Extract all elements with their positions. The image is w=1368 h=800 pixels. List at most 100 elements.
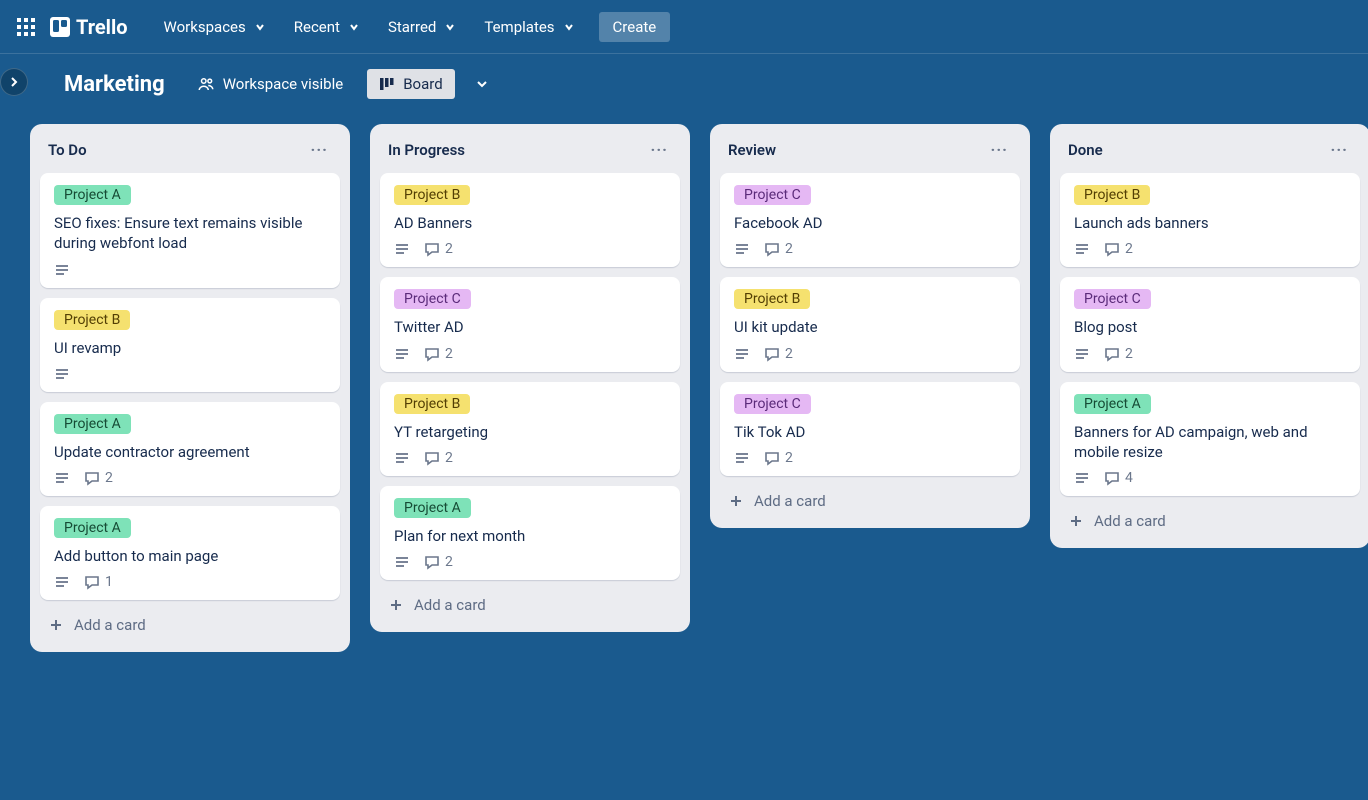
list-title[interactable]: Review: [728, 141, 776, 159]
card[interactable]: Project B AD Banners 2: [380, 173, 680, 267]
apps-switcher-icon[interactable]: [10, 11, 42, 43]
card-label[interactable]: Project B: [54, 310, 130, 330]
description-icon: [394, 554, 410, 570]
card-badges: 2: [394, 241, 666, 257]
description-badge: [734, 241, 750, 257]
add-card-button[interactable]: Add a card: [720, 486, 1020, 516]
comments-badge: 4: [1104, 470, 1133, 486]
card-title: Launch ads banners: [1074, 213, 1346, 233]
list-menu-button[interactable]: ···: [1327, 138, 1352, 161]
list-menu-button[interactable]: ···: [647, 138, 672, 161]
card[interactable]: Project B Launch ads banners 2: [1060, 173, 1360, 267]
card-label[interactable]: Project A: [54, 414, 131, 434]
card-label[interactable]: Project C: [734, 394, 811, 414]
view-switch-button[interactable]: Board: [367, 69, 454, 99]
nav-workspaces[interactable]: Workspaces: [152, 12, 278, 42]
description-badge: [1074, 470, 1090, 486]
card-badges: 2: [394, 554, 666, 570]
card-label[interactable]: Project A: [394, 498, 471, 518]
list: Done···Project BLaunch ads banners2Proje…: [1050, 124, 1368, 548]
comments-count: 2: [105, 470, 113, 486]
card[interactable]: Project A SEO fixes: Ensure text remains …: [40, 173, 340, 288]
card[interactable]: Project AUpdate contractor agreement2: [40, 402, 340, 496]
comment-icon: [424, 346, 440, 362]
card-badges: 2: [734, 241, 1006, 257]
list-title[interactable]: Done: [1068, 141, 1103, 159]
description-badge: [394, 241, 410, 257]
list-menu-button[interactable]: ···: [987, 138, 1012, 161]
description-icon: [734, 346, 750, 362]
comments-badge: 2: [764, 346, 793, 362]
nav-label: Recent: [294, 18, 340, 36]
list-header: In Progress ···: [380, 134, 680, 163]
card-badges: [54, 262, 326, 278]
comment-icon: [1104, 470, 1120, 486]
comments-count: 2: [445, 450, 453, 466]
logo-text: Trello: [76, 15, 128, 39]
card[interactable]: Project ABanners for AD campaign, web an…: [1060, 382, 1360, 497]
comment-icon: [1104, 241, 1120, 257]
card-title: UI revamp: [54, 338, 326, 358]
card[interactable]: Project B UI kit update 2: [720, 277, 1020, 371]
visibility-button[interactable]: Workspace visible: [187, 69, 354, 99]
card-label[interactable]: Project C: [734, 185, 811, 205]
comments-count: 4: [1125, 470, 1133, 486]
card-title: SEO fixes: Ensure text remains visible d…: [54, 213, 326, 254]
card[interactable]: Project A Plan for next month 2: [380, 486, 680, 580]
card[interactable]: Project AAdd button to main page1: [40, 506, 340, 600]
description-badge: [54, 470, 70, 486]
add-card-button[interactable]: Add a card: [380, 590, 680, 620]
card-label[interactable]: Project C: [1074, 289, 1151, 309]
card[interactable]: Project CTik Tok AD2: [720, 382, 1020, 476]
card-title: AD Banners: [394, 213, 666, 233]
card[interactable]: Project CFacebook AD2: [720, 173, 1020, 267]
add-card-label: Add a card: [754, 492, 826, 510]
description-badge: [734, 450, 750, 466]
card-title: Plan for next month: [394, 526, 666, 546]
list-menu-button[interactable]: ···: [307, 138, 332, 161]
nav-starred[interactable]: Starred: [376, 12, 468, 42]
card-badges: 2: [1074, 346, 1346, 362]
add-card-button[interactable]: Add a card: [1060, 506, 1360, 536]
nav-templates[interactable]: Templates: [472, 12, 586, 42]
card-badges: 4: [1074, 470, 1346, 486]
trello-logo[interactable]: Trello: [46, 15, 138, 39]
comments-count: 2: [785, 450, 793, 466]
card-label[interactable]: Project A: [54, 518, 131, 538]
card[interactable]: Project CBlog post2: [1060, 277, 1360, 371]
card-label[interactable]: Project A: [1074, 394, 1151, 414]
card[interactable]: Project BYT retargeting2: [380, 382, 680, 476]
description-icon: [54, 262, 70, 278]
board-view-icon: [379, 76, 395, 92]
card-label[interactable]: Project C: [394, 289, 471, 309]
chevron-down-icon: [254, 21, 266, 33]
card-label[interactable]: Project B: [1074, 185, 1150, 205]
board-title[interactable]: Marketing: [56, 68, 173, 101]
card-label[interactable]: Project B: [394, 185, 470, 205]
comments-badge: 2: [84, 470, 113, 486]
card-badges: 2: [1074, 241, 1346, 257]
card-label[interactable]: Project B: [394, 394, 470, 414]
comments-badge: 1: [84, 574, 113, 590]
description-badge: [54, 262, 70, 278]
description-icon: [394, 346, 410, 362]
add-card-button[interactable]: Add a card: [40, 610, 340, 640]
card-title: UI kit update: [734, 317, 1006, 337]
card[interactable]: Project CTwitter AD2: [380, 277, 680, 371]
view-switch-caret[interactable]: [469, 71, 495, 97]
sidebar-expand-button[interactable]: [0, 68, 28, 96]
nav-recent[interactable]: Recent: [282, 12, 372, 42]
description-icon: [394, 450, 410, 466]
comments-count: 2: [445, 554, 453, 570]
comments-badge: 2: [1104, 241, 1133, 257]
list-header: To Do ···: [40, 134, 340, 163]
description-icon: [1074, 346, 1090, 362]
list-title[interactable]: In Progress: [388, 141, 465, 159]
card[interactable]: Project B UI revamp: [40, 298, 340, 392]
comment-icon: [84, 470, 100, 486]
card-label[interactable]: Project B: [734, 289, 810, 309]
description-badge: [54, 366, 70, 382]
card-label[interactable]: Project A: [54, 185, 131, 205]
create-button[interactable]: Create: [599, 12, 671, 42]
list-title[interactable]: To Do: [48, 141, 87, 159]
